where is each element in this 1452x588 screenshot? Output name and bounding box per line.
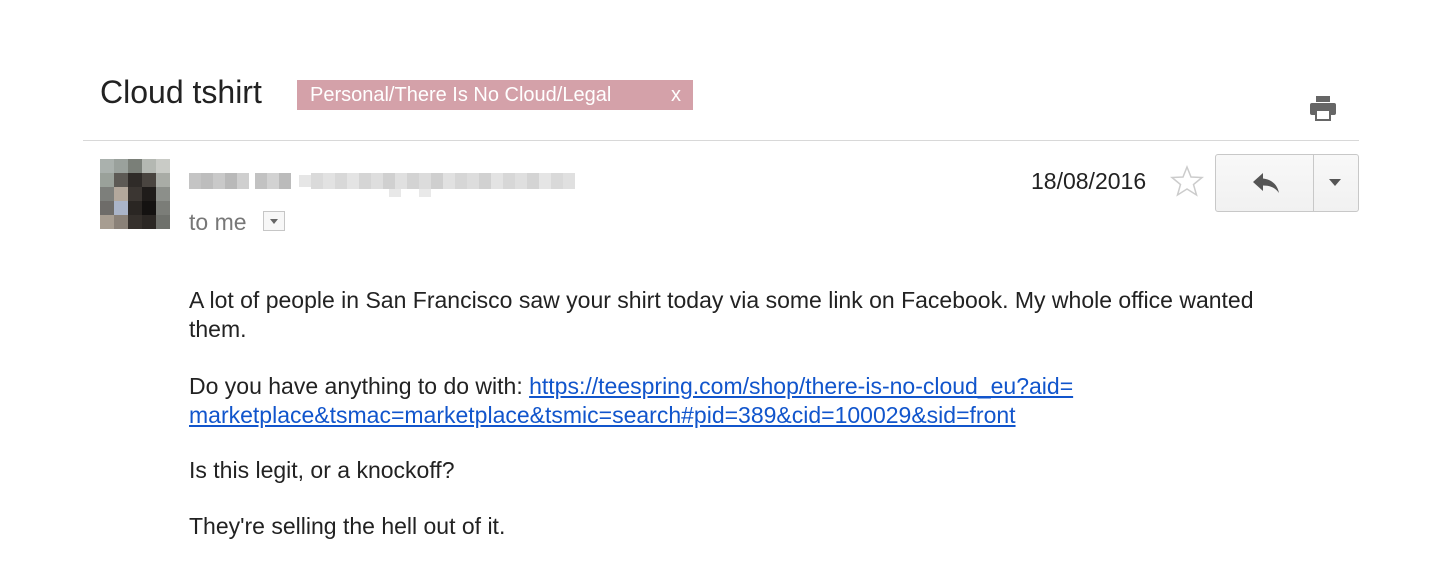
print-icon (1310, 96, 1336, 121)
teespring-link-continued[interactable]: marketplace&tsmac=marketplace&tsmic=sear… (189, 402, 1016, 428)
message-date: 18/08/2016 (1031, 168, 1147, 194)
reply-button-group (1215, 154, 1359, 212)
reply-icon (1253, 173, 1279, 193)
body-paragraph-text: Do you have anything to do with: (189, 373, 530, 399)
teespring-link[interactable]: https://teespring.com/shop/there-is-no-c… (529, 373, 1073, 399)
body-paragraph: They're selling the hell out of it. (189, 513, 506, 539)
star-icon (1170, 164, 1204, 197)
body-paragraph-with-link: Do you have anything to do with: https:/… (189, 372, 1309, 430)
recipient-line: to me (189, 209, 247, 235)
sender-name-redacted[interactable] (189, 168, 584, 200)
label-chip-text: Personal/There Is No Cloud/Legal (310, 84, 612, 106)
reply-button[interactable] (1216, 155, 1314, 211)
body-paragraph: A lot of people in San Francisco saw you… (189, 287, 1254, 342)
more-actions-button[interactable] (1314, 155, 1358, 211)
header-divider (83, 140, 1359, 141)
email-subject: Cloud tshirt (100, 74, 262, 110)
star-button[interactable] (1170, 164, 1204, 198)
recipient-details-button[interactable] (263, 211, 285, 231)
print-button[interactable] (1307, 94, 1339, 122)
label-remove-button[interactable]: x (671, 80, 681, 110)
body-paragraph: Is this legit, or a knockoff? (189, 457, 455, 483)
label-chip[interactable]: Personal/There Is No Cloud/Legal x (297, 80, 693, 110)
avatar[interactable] (100, 159, 170, 229)
